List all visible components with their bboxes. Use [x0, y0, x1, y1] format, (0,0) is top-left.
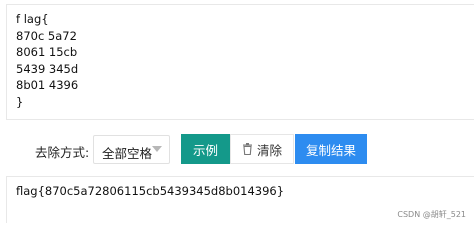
remove-method-select[interactable]: 全部空格: [93, 135, 170, 164]
example-button-label: 示例: [192, 142, 218, 158]
toolbar: 去除方式: 全部空格 示例 清除 复制结果: [0, 128, 474, 170]
copy-result-label: 复制结果: [305, 142, 356, 158]
clear-button[interactable]: 清除: [230, 134, 294, 164]
chevron-down-icon: [152, 146, 162, 152]
copy-result-button[interactable]: 复制结果: [295, 134, 367, 164]
example-button[interactable]: 示例: [181, 134, 230, 164]
clear-button-label: 清除: [256, 142, 282, 158]
watermark: CSDN @胡轩_521: [397, 210, 466, 219]
trash-icon: [242, 143, 252, 155]
remove-method-label: 去除方式:: [35, 145, 90, 160]
input-textarea[interactable]: f lag{ 870c 5a72 8061 15cb 5439 345d 8b0…: [6, 4, 474, 120]
remove-method-value: 全部空格: [102, 146, 153, 161]
